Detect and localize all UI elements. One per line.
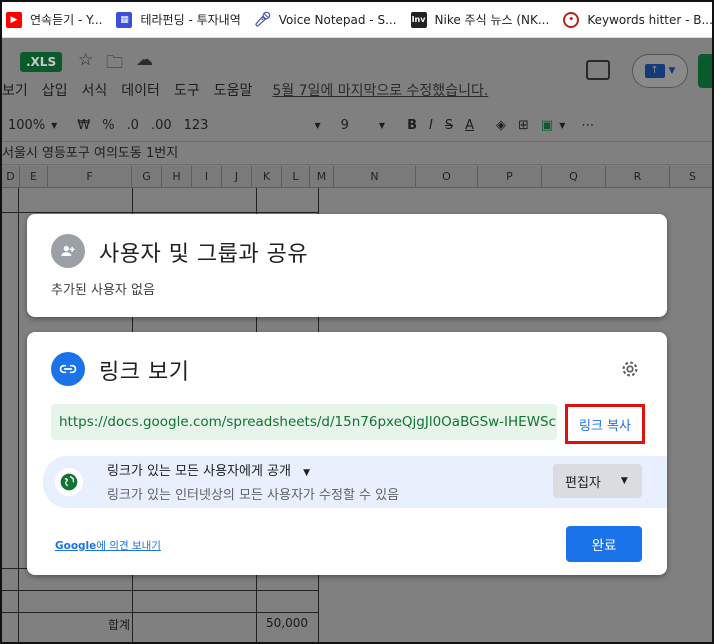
cloud-status-icon[interactable]: ☁: [136, 50, 153, 70]
share-people-title: 사용자 및 그룹과 공유: [99, 242, 309, 267]
column-header[interactable]: G: [132, 166, 162, 187]
column-header[interactable]: D: [2, 166, 20, 187]
more-tools-button[interactable]: ⋯: [581, 118, 594, 133]
merge-cells-icon[interactable]: ▣: [541, 118, 553, 133]
share-link-title: 링크 보기: [99, 360, 190, 385]
menu-format[interactable]: 서식: [82, 80, 108, 102]
add-person-icon: [51, 234, 85, 268]
microphone-icon: 🎤︎: [253, 11, 272, 28]
chevron-down-icon: ▼: [620, 476, 628, 486]
copy-link-button[interactable]: 링크 복사: [565, 404, 645, 444]
menu-bar: 보기 삽입 서식 데이터 도구 도움말 5월 7일에 마지막으로 수정했습니다.: [2, 80, 502, 102]
zoom-select[interactable]: 100%: [8, 118, 45, 133]
strikethrough-button[interactable]: S: [445, 118, 453, 133]
menu-insert[interactable]: 삽입: [42, 80, 68, 102]
column-header[interactable]: I: [192, 166, 222, 187]
italic-button[interactable]: I: [429, 118, 433, 133]
formatting-toolbar: 100% ▼ ₩ % .0 .00 123 ▼ 9 ▼ B I S A ◈ ⊞ …: [2, 110, 712, 142]
terafunding-icon: ▦: [116, 11, 133, 28]
font-size-dropdown-icon[interactable]: ▼: [379, 121, 385, 130]
doc-header: .XLS ☆ 🗀︎ ☁ 보기 삽입 서식 데이터 도구 도움말 5월 7일에 마…: [2, 38, 712, 102]
column-header[interactable]: M: [310, 166, 334, 187]
formula-bar[interactable]: 서울시 영등포구 여의도동 1번지: [2, 143, 712, 165]
account-avatar[interactable]: [698, 54, 712, 88]
youtube-icon: ▶: [6, 11, 22, 28]
general-access-select[interactable]: 링크가 있는 모든 사용자에게 공개 ▼: [107, 460, 310, 479]
bold-button[interactable]: B: [407, 118, 417, 133]
last-edit-link[interactable]: 5월 7일에 마지막으로 수정했습니다.: [272, 80, 488, 102]
zoom-dropdown-icon[interactable]: ▼: [51, 121, 57, 130]
bookmarks-bar: ▶ 연속듣기 - Y... ▦ 테라펀딩 - 투자내역 🎤︎ Voice Not…: [2, 2, 712, 38]
column-header[interactable]: H: [162, 166, 192, 187]
feedback-link[interactable]: Google에 의견 보내기: [55, 538, 161, 553]
file-format-badge: .XLS: [20, 52, 63, 72]
investing-icon: Inv: [410, 11, 427, 28]
total-row: 합계 50,000: [2, 612, 322, 634]
chevron-down-icon: ▼: [303, 468, 311, 478]
font-size-select[interactable]: 9: [341, 118, 349, 133]
column-header[interactable]: F: [48, 166, 132, 187]
currency-format-button[interactable]: ₩: [77, 118, 90, 133]
text-color-button[interactable]: A: [465, 118, 474, 133]
menu-tools[interactable]: 도구: [174, 80, 200, 102]
borders-icon[interactable]: ⊞: [518, 118, 529, 133]
column-header[interactable]: L: [282, 166, 310, 187]
comments-icon[interactable]: [586, 60, 610, 80]
column-header[interactable]: S: [670, 166, 712, 187]
merge-dropdown-icon[interactable]: ▼: [559, 121, 565, 130]
fill-color-icon[interactable]: ◈: [496, 118, 506, 133]
column-header[interactable]: J: [222, 166, 252, 187]
total-value: 50,000: [266, 616, 308, 630]
column-header[interactable]: N: [334, 166, 416, 187]
share-upload-icon: ↑: [644, 64, 665, 78]
star-icon[interactable]: ☆: [78, 50, 93, 70]
general-access-description: 링크가 있는 인터넷상의 모든 사용자가 수정할 수 있음: [107, 488, 400, 503]
column-header[interactable]: P: [478, 166, 542, 187]
chevron-down-icon: ▼: [668, 66, 676, 76]
general-access-row: 링크가 있는 모든 사용자에게 공개 ▼ 링크가 있는 인터넷상의 모든 사용자…: [43, 456, 667, 508]
move-folder-icon[interactable]: 🗀︎: [106, 50, 123, 79]
share-button[interactable]: ↑ ▼: [632, 54, 688, 88]
role-select[interactable]: 편집자 ▼: [553, 464, 642, 498]
bookmark-item[interactable]: ▦ 테라펀딩 - 투자내역: [116, 11, 241, 28]
share-link-card: 링크 보기 https://docs.google.com/spreadshee…: [27, 332, 667, 575]
column-headers: D E F G H I J K L M N O P Q R S: [2, 166, 712, 188]
column-header[interactable]: K: [252, 166, 282, 187]
done-button[interactable]: 완료: [566, 526, 642, 562]
percent-format-button[interactable]: %: [102, 118, 114, 133]
column-header[interactable]: R: [606, 166, 670, 187]
screenshot-frame: ▶ 연속듣기 - Y... ▦ 테라펀딩 - 투자내역 🎤︎ Voice Not…: [0, 0, 714, 644]
column-header[interactable]: Q: [542, 166, 606, 187]
menu-help[interactable]: 도움말: [214, 80, 253, 102]
menu-data[interactable]: 데이터: [121, 80, 160, 102]
column-header[interactable]: O: [416, 166, 478, 187]
bookmark-item[interactable]: 🎤︎ Voice Notepad - S...: [253, 11, 397, 28]
increase-decimal-button[interactable]: .00: [151, 118, 172, 133]
decrease-decimal-button[interactable]: .0: [127, 118, 139, 133]
total-label: 합계: [108, 618, 131, 632]
share-people-card: 사용자 및 그룹과 공유 추가된 사용자 없음: [27, 214, 667, 317]
keywords-hitter-icon: •: [563, 11, 580, 28]
bookmark-item[interactable]: Inv Nike 주식 뉴스 (NK...: [410, 11, 549, 28]
link-icon: [51, 352, 85, 386]
bookmark-item[interactable]: ▶ 연속듣기 - Y...: [6, 11, 102, 28]
share-people-subtitle: 추가된 사용자 없음: [51, 283, 155, 298]
bookmark-item[interactable]: • Keywords hitter - B...: [563, 11, 712, 28]
share-link-field[interactable]: https://docs.google.com/spreadsheets/d/1…: [51, 404, 557, 440]
font-dropdown-icon[interactable]: ▼: [314, 121, 320, 130]
more-formats-button[interactable]: 123: [184, 118, 209, 133]
globe-icon: [55, 468, 83, 496]
gear-icon[interactable]: [619, 358, 641, 380]
menu-view[interactable]: 보기: [2, 80, 28, 102]
column-header[interactable]: E: [20, 166, 48, 187]
